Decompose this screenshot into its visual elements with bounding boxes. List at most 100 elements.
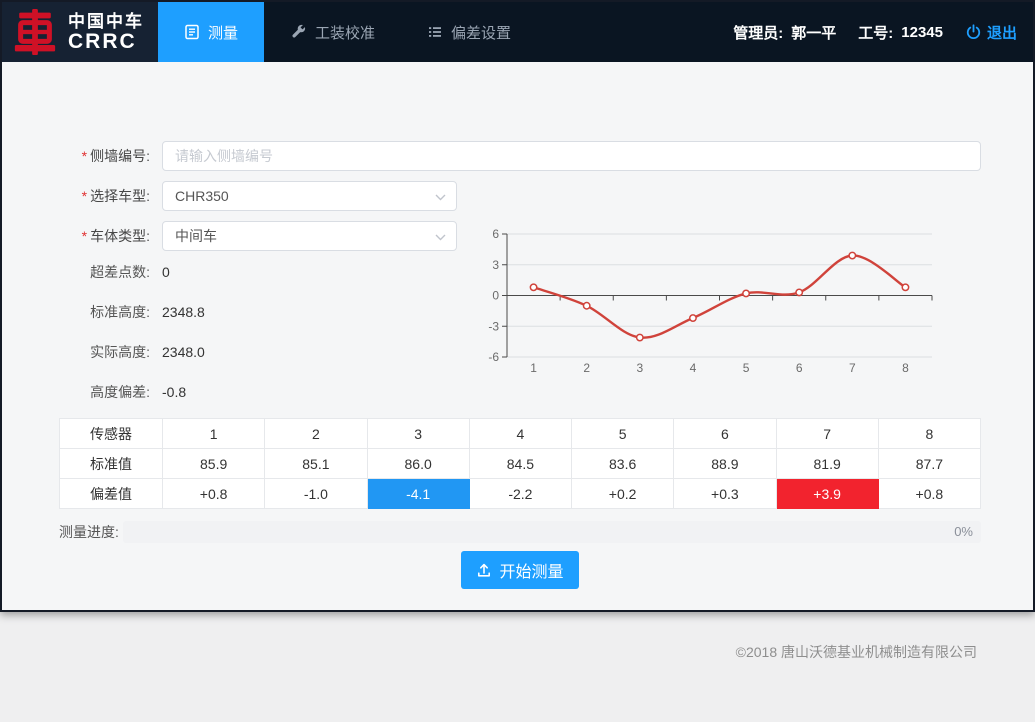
svg-text:8: 8 [902, 361, 909, 375]
chevron-down-icon [435, 194, 446, 201]
table-cell: 84.5 [469, 449, 571, 479]
tab-label: 偏差设置 [451, 22, 511, 43]
admin-name: 郭一平 [791, 22, 836, 43]
user-info: 管理员: 郭一平 工号: 12345 退出 [733, 2, 1033, 62]
logo-text-en: CRRC [68, 31, 144, 52]
tab-tooling-calibration[interactable]: 工装校准 [264, 2, 401, 62]
table-cell: 87.7 [878, 449, 980, 479]
stat-value: 2348.0 [162, 344, 205, 360]
start-measure-label: 开始测量 [499, 558, 563, 582]
copyright-text: ©2018 唐山沃德基业机械制造有限公司 [736, 642, 977, 662]
table-cell: 4 [469, 419, 571, 449]
table-cell: 2 [265, 419, 367, 449]
stat-label: 标准高度: [59, 302, 150, 322]
required-marker: * [82, 228, 87, 244]
tab-label: 测量 [208, 22, 238, 43]
table-cell: +0.8 [163, 479, 265, 509]
table-cell: 83.6 [572, 449, 674, 479]
svg-text:6: 6 [796, 361, 803, 375]
deviation-chart-svg: 630-3-612345678 [482, 222, 982, 380]
table-cell: 5 [572, 419, 674, 449]
svg-text:1: 1 [530, 361, 537, 375]
svg-text:7: 7 [849, 361, 856, 375]
stat-value: 0 [162, 264, 170, 280]
logout-button[interactable]: 退出 [965, 22, 1017, 43]
table-cell: -1.0 [265, 479, 367, 509]
admin-label: 管理员: [733, 22, 783, 43]
stat-standard-height: 标准高度: 2348.8 [59, 302, 205, 322]
deviation-chart: 630-3-612345678 [482, 222, 982, 380]
wrench-icon [290, 24, 307, 41]
tab-deviation-settings[interactable]: 偏差设置 [401, 2, 537, 62]
table-cell: 85.9 [163, 449, 265, 479]
field-label: *车体类型: [59, 226, 150, 246]
tab-label: 工装校准 [315, 22, 375, 43]
logout-label: 退出 [987, 22, 1017, 43]
stat-value: -0.8 [162, 384, 186, 400]
chevron-down-icon [435, 234, 446, 241]
field-label: *选择车型: [59, 186, 150, 206]
stat-out-of-tolerance: 超差点数: 0 [59, 262, 170, 282]
list-settings-icon [427, 24, 443, 40]
content: *侧墙编号: *选择车型: CHR350 *车体类型: 中间车 [2, 62, 1033, 610]
table-cell: 6 [674, 419, 776, 449]
table-cell: +3.9 [776, 479, 878, 509]
svg-text:4: 4 [690, 361, 697, 375]
stat-height-deviation: 高度偏差: -0.8 [59, 382, 186, 402]
table-cell: 7 [776, 419, 878, 449]
crrc-logo: 中国中车 CRRC [2, 2, 158, 62]
table-cell: 8 [878, 419, 980, 449]
table-cell: +0.8 [878, 479, 980, 509]
table-cell: 3 [367, 419, 469, 449]
svg-text:0: 0 [492, 289, 499, 303]
sensor-table: 传感器12345678标准值85.985.186.084.583.688.981… [59, 418, 981, 509]
employee-id: 12345 [901, 24, 943, 41]
stat-label: 实际高度: [59, 342, 150, 362]
measure-progress-bar: 0% [123, 521, 981, 543]
stat-label: 超差点数: [59, 262, 150, 282]
selected-value: 中间车 [175, 226, 217, 246]
form-row-sidewall: *侧墙编号: [59, 141, 981, 171]
start-measure-button[interactable]: 开始测量 [461, 551, 579, 589]
progress-label: 测量进度: [59, 522, 119, 542]
field-label: *侧墙编号: [59, 146, 150, 166]
table-cell: 86.0 [367, 449, 469, 479]
table-cell: -4.1 [367, 479, 469, 509]
svg-text:2: 2 [583, 361, 590, 375]
required-marker: * [82, 148, 87, 164]
logo-text-zh: 中国中车 [68, 12, 144, 32]
stat-actual-height: 实际高度: 2348.0 [59, 342, 205, 362]
measure-form-icon [184, 24, 200, 40]
sidewall-number-input[interactable] [162, 141, 981, 171]
upload-icon [476, 562, 492, 578]
logo-text: 中国中车 CRRC [68, 12, 144, 53]
table-row-header: 传感器 [60, 419, 163, 449]
svg-text:5: 5 [743, 361, 750, 375]
table-cell: +0.2 [572, 479, 674, 509]
svg-text:3: 3 [636, 361, 643, 375]
svg-text:6: 6 [492, 227, 499, 241]
tab-measure[interactable]: 测量 [158, 2, 264, 62]
power-icon [965, 24, 982, 41]
table-row: 传感器12345678 [60, 419, 981, 449]
employee-label: 工号: [858, 22, 893, 43]
selected-value: CHR350 [175, 188, 229, 204]
car-model-select[interactable]: CHR350 [162, 181, 457, 211]
table-cell: -2.2 [469, 479, 571, 509]
form-row-body-type: *车体类型: 中间车 [59, 221, 457, 251]
required-marker: * [82, 188, 87, 204]
svg-text:-3: -3 [488, 319, 499, 333]
table-row-header: 偏差值 [60, 479, 163, 509]
table-cell: +0.3 [674, 479, 776, 509]
body-type-select[interactable]: 中间车 [162, 221, 457, 251]
stat-label: 高度偏差: [59, 382, 150, 402]
navbar: 中国中车 CRRC 测量 工装校准 [2, 2, 1033, 62]
measure-progress: 测量进度: 0% [59, 521, 981, 543]
svg-text:-6: -6 [488, 350, 499, 364]
crrc-emblem-icon [12, 9, 58, 55]
table-row: 偏差值+0.8-1.0-4.1-2.2+0.2+0.3+3.9+0.8 [60, 479, 981, 509]
table-row: 标准值85.985.186.084.583.688.981.987.7 [60, 449, 981, 479]
form-row-car-model: *选择车型: CHR350 [59, 181, 457, 211]
stat-value: 2348.8 [162, 304, 205, 320]
progress-percent: 0% [954, 524, 973, 539]
